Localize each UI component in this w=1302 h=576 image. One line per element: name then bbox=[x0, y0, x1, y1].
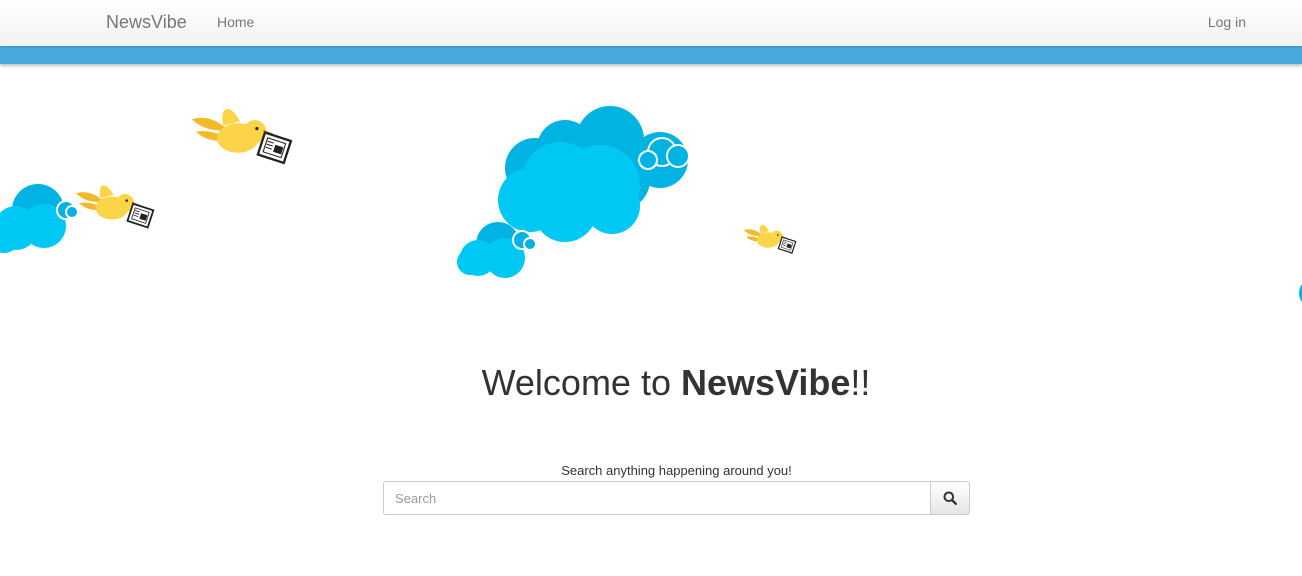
brand-link[interactable]: NewsVibe bbox=[106, 11, 187, 33]
search-icon bbox=[943, 491, 957, 505]
search-input[interactable] bbox=[383, 481, 930, 515]
cloud-center-icon bbox=[457, 106, 690, 278]
search-button[interactable] bbox=[930, 481, 970, 515]
nav-home-link[interactable]: Home bbox=[217, 13, 254, 31]
bird-newspaper-icon bbox=[75, 184, 155, 229]
bird-newspaper-icon bbox=[743, 224, 797, 254]
hero-illustration bbox=[0, 106, 1302, 302]
bird-newspaper-icon bbox=[190, 107, 293, 165]
welcome-suffix: !! bbox=[850, 362, 871, 403]
search-caption: Search anything happening around you! bbox=[561, 463, 792, 478]
header-band bbox=[0, 46, 1302, 64]
top-navbar: NewsVibe Home Log in bbox=[0, 0, 1302, 46]
welcome-heading: Welcome to NewsVibe!! bbox=[0, 362, 1302, 404]
nav-login-link[interactable]: Log in bbox=[1208, 13, 1246, 31]
welcome-brand: NewsVibe bbox=[680, 362, 851, 403]
search-group bbox=[383, 481, 970, 515]
welcome-prefix: Welcome to bbox=[481, 362, 681, 403]
cloud-left-icon bbox=[0, 184, 79, 253]
